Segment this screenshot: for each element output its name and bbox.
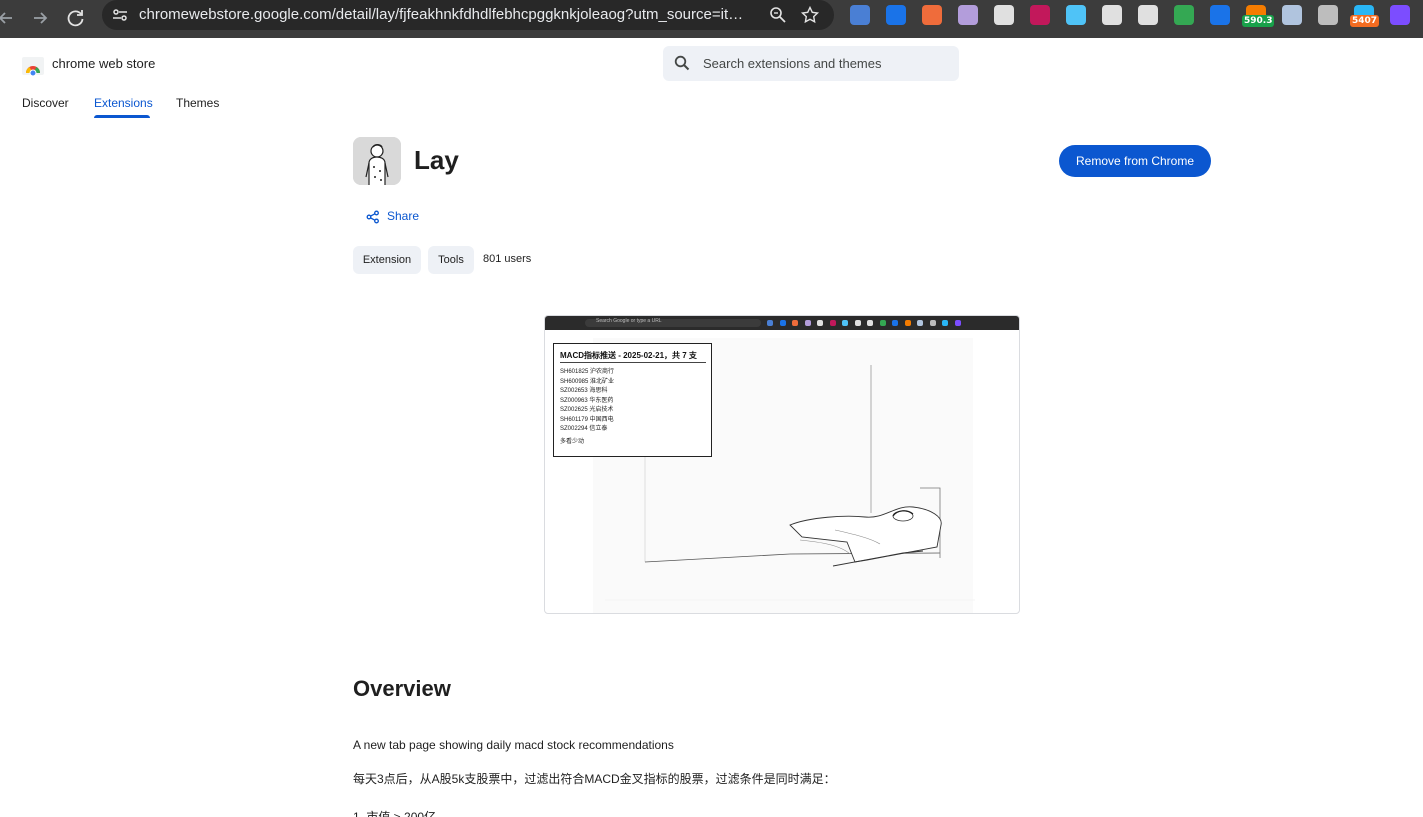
preview-mountain-icon [867,320,873,326]
stock-item: SH601179 中国西电 [560,416,614,423]
share-icon [366,210,380,224]
person-icon[interactable] [1318,5,1338,25]
preview-robot-icon [917,320,923,326]
chip-extension[interactable]: Extension [353,246,421,274]
stock-item: SZ002653 海思科 [560,388,608,394]
forward-icon[interactable] [28,6,52,30]
user-count: 801 users [483,253,532,265]
share-label: Share [387,209,420,223]
translate-icon[interactable] [850,5,870,25]
overview-paragraph: 每天3点后，从A股5k支股票中，过滤出符合MACD金叉指标的股票，过滤条件是同时… [353,772,836,786]
preview-translate-icon [767,320,773,326]
remove-from-chrome-button[interactable]: Remove from Chrome [1059,145,1211,177]
calendar-app-icon[interactable] [1066,5,1086,25]
preview-person-icon [929,320,936,326]
stock-item: SZ000963 华东医药 [560,397,614,404]
preview-calendar-app-icon [842,320,848,326]
zoom-icon[interactable] [768,5,788,25]
preview-goggles-icon [817,320,823,326]
book-icon[interactable] [958,5,978,25]
search-input[interactable] [703,54,943,72]
macd-recommendation-card: MACD指标推送 - 2025-02-21，共 7 支 SH601825 沪农商… [553,343,712,457]
preview-browser-bar: Search Google or type a URL [545,316,1019,330]
stock-badge: 590.3 [1242,15,1275,27]
circle-logo-icon[interactable] [886,5,906,25]
card-footer: 多看少动 [560,439,585,445]
search-bar[interactable] [663,46,959,81]
bug-icon[interactable] [1030,5,1050,25]
site-settings-icon[interactable] [110,5,130,25]
tab-themes[interactable]: Themes [176,96,219,110]
stock-item: SZ002625 光启技术 [560,407,614,413]
rss-icon[interactable] [922,5,942,25]
search-icon[interactable] [673,54,691,72]
extension-logo [353,137,401,185]
vmark-icon[interactable] [1390,5,1410,25]
store-name[interactable]: chrome web store [52,56,155,71]
preview-bug-icon [829,320,836,326]
stock-item: SH601825 沪农商行 [560,369,615,375]
card-icon[interactable] [1102,5,1122,25]
tab-discover[interactable]: Discover [22,96,69,110]
bookmark-star-icon[interactable] [800,5,820,25]
extension-title: Lay [414,145,459,175]
browser-toolbar: chromewebstore.google.com/detail/lay/fjf… [0,0,1423,38]
url-text[interactable]: chromewebstore.google.com/detail/lay/fjf… [139,6,751,23]
card-title: MACD指标推送 - 2025-02-21，共 7 支 [560,351,697,360]
chip-tools[interactable]: Tools [428,246,474,274]
bar-chart-icon[interactable] [1210,5,1230,25]
stock-item: SZ002294 信立泰 [560,426,608,432]
stock-item: SH600985 淮北矿业 [560,378,615,385]
goggles-icon[interactable] [994,5,1014,25]
preview-circle-logo-icon [779,320,786,326]
overview-paragraph: 1. 市值 > 200亿 [353,810,437,817]
robot-icon[interactable] [1282,5,1302,25]
back-icon[interactable] [0,6,18,30]
preview-bird-icon [942,320,948,326]
overview-heading: Overview [353,676,451,701]
extension-screenshot[interactable]: Search Google or type a URL MACD指标推送 - 2… [544,315,1020,614]
preview-omnibox-text: Search Google or type a URL [596,318,662,324]
preview-bar-chart-icon [892,320,898,326]
preview-vmark-icon [954,320,961,326]
overview-paragraph: A new tab page showing daily macd stock … [353,738,674,752]
mountain-icon[interactable] [1138,5,1158,25]
preview-stock-ticker-icon [904,320,911,326]
reload-icon[interactable] [64,6,88,30]
bird-badge: 5407 [1350,15,1380,27]
tab-extensions[interactable]: Extensions [94,96,153,110]
active-tab-indicator [94,115,150,118]
preview-card-icon [854,320,861,326]
preview-rss-icon [792,320,798,326]
preview-letter-a-icon [879,320,886,326]
chrome-web-store-logo[interactable] [21,53,45,77]
address-bar[interactable]: chromewebstore.google.com/detail/lay/fjf… [102,0,834,30]
card-divider [560,362,706,363]
letter-a-icon[interactable] [1174,5,1194,25]
preview-book-icon [804,320,811,326]
